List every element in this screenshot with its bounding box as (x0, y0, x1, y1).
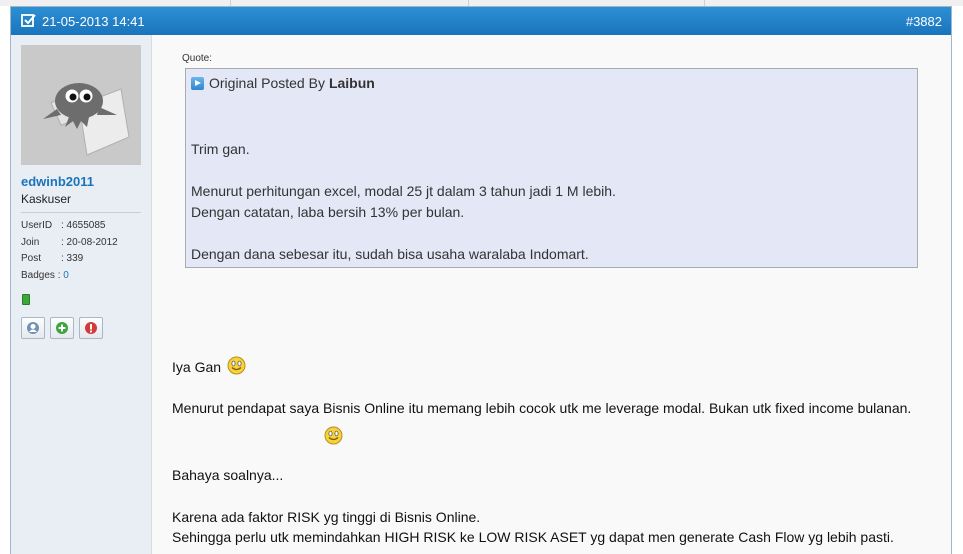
quote-label: Quote: (182, 53, 213, 64)
post-number-link[interactable]: #3882 (906, 14, 942, 29)
online-status-icon (22, 294, 30, 305)
checkbox-icon[interactable] (21, 13, 36, 28)
badges-label: Badges : (21, 269, 61, 281)
quote-line: Dengan dana sebesar itu, sudah bisa usah… (191, 246, 589, 262)
quote-line: Dengan catatan, laba bersih 13% per bula… (191, 204, 465, 220)
quote-box: Original Posted By Laibun Trim gan. Menu… (185, 68, 918, 268)
add-friend-button[interactable] (50, 317, 74, 339)
divider (21, 212, 141, 213)
user-title: Kaskuser (21, 192, 72, 206)
stat-value: : 4655085 (61, 220, 106, 231)
post-text-line: Iya Gan (172, 356, 246, 375)
add-icon (56, 322, 68, 334)
default-avatar-image (21, 45, 141, 165)
stat-value: : 339 (61, 253, 84, 264)
report-icon (85, 322, 97, 334)
stat-label: Join (21, 236, 40, 248)
user-stats: UserID : 4655085 Join : 20-08-2012 Post : 3… (21, 220, 118, 286)
profile-icon (27, 322, 39, 334)
user-sidebar: edwinb2011 Kaskuser UserID : 4655085 Join… (11, 35, 152, 554)
forum-post: 21-05-2013 14:41 #3882 edwinb2011 Kaskus… (10, 6, 952, 554)
quote-prefix: Original Posted By (209, 75, 325, 91)
quote-author: Laibun (328, 75, 375, 91)
badges-count-link[interactable]: 0 (63, 270, 69, 287)
smiley-icon (324, 426, 343, 445)
post-text-line: Karena ada faktor RISK yg tinggi di Bisn… (172, 509, 481, 525)
stat-label: UserID (21, 220, 53, 231)
post-text-line: Sehingga perlu utk memindahkan HIGH RISK… (172, 529, 894, 545)
stat-label: Post (21, 253, 42, 264)
report-button[interactable] (79, 317, 103, 339)
quote-line: Trim gan. (191, 141, 250, 157)
quote-header: Original Posted By Laibun (191, 75, 375, 91)
quote-line: Menurut perhitungan excel, modal 25 jt d… (191, 183, 616, 199)
post-text-line: Bahaya soalnya... (172, 467, 284, 483)
username-link[interactable]: edwinb2011 (21, 174, 94, 189)
stat-value: : 20-08-2012 (61, 236, 118, 248)
post-text-line: Menurut pendapat saya Bisnis Online itu … (172, 400, 912, 416)
play-icon[interactable] (191, 76, 204, 90)
smiley-icon (227, 356, 246, 375)
post-content: Quote: Original Posted By Laibun Trim ga… (152, 35, 951, 554)
avatar[interactable] (21, 45, 141, 165)
post-header: 21-05-2013 14:41 #3882 (11, 7, 951, 35)
user-actions (21, 317, 103, 339)
post-text: Iya Gan (172, 359, 222, 375)
view-profile-button[interactable] (21, 317, 45, 339)
post-date: 21-05-2013 14:41 (42, 14, 145, 29)
